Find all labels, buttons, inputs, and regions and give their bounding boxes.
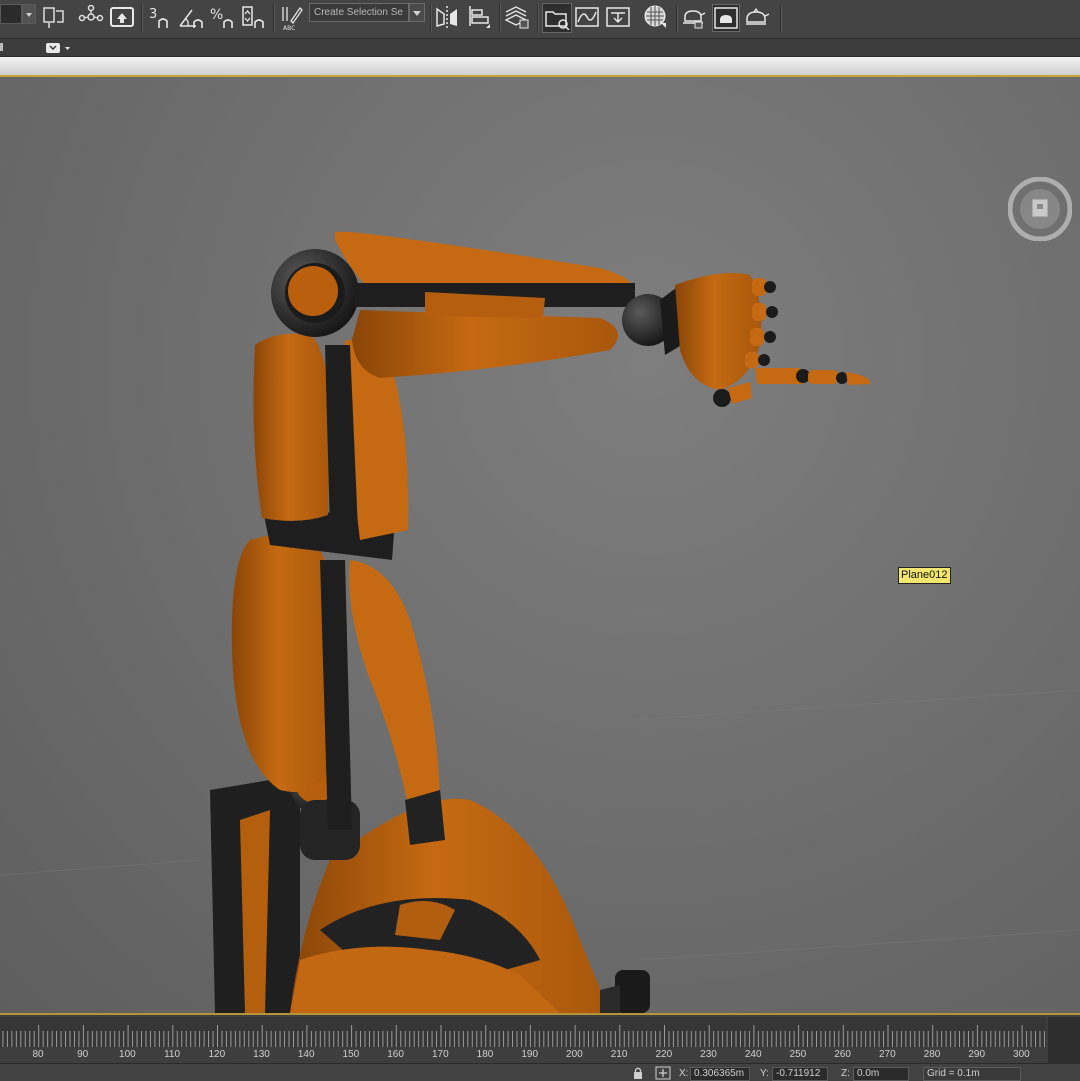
render-icon[interactable] xyxy=(744,4,770,30)
layer-manager-icon[interactable] xyxy=(504,4,530,30)
curve-editor-icon[interactable] xyxy=(574,4,600,30)
render-setup-icon[interactable] xyxy=(681,4,707,30)
main-toolbar: 3 % ABC Create Selection Se xyxy=(0,0,1080,39)
spinner-snap-icon[interactable] xyxy=(240,4,266,30)
y-coordinate-label: Y: xyxy=(760,1068,769,1079)
material-editor-icon[interactable] xyxy=(643,4,669,30)
svg-text:ABC: ABC xyxy=(283,25,295,31)
ribbon-subbar xyxy=(0,39,1080,57)
frame-tick-label: 170 xyxy=(431,1049,449,1060)
mirror-icon[interactable] xyxy=(435,4,461,30)
frame-tick-label: 250 xyxy=(789,1049,807,1060)
scene-explorer-icon[interactable] xyxy=(542,3,572,33)
viewport-header-strip xyxy=(0,57,1080,77)
frame-tick-label: 220 xyxy=(655,1049,673,1060)
object-name-tooltip: Plane012 xyxy=(898,567,951,584)
align-icon[interactable] xyxy=(466,4,492,30)
chevron-down-icon[interactable] xyxy=(22,4,36,24)
rendered-frame-window-icon[interactable] xyxy=(712,4,740,32)
frame-tick-label: 90 xyxy=(77,1049,89,1060)
frame-tick-label: 270 xyxy=(878,1049,896,1060)
z-coordinate-label: Z: xyxy=(841,1068,850,1079)
percent-snap-icon[interactable]: % xyxy=(209,4,235,30)
x-coordinate-field[interactable]: 0.306365m xyxy=(690,1067,750,1081)
display-options-dropdown-icon[interactable] xyxy=(44,42,74,54)
robot-arm-model[interactable] xyxy=(0,77,1080,1013)
frame-tick-label: 230 xyxy=(700,1049,717,1060)
viewcube-widget[interactable] xyxy=(1007,176,1073,242)
frame-tick-label: 160 xyxy=(387,1049,404,1060)
select-object-icon[interactable] xyxy=(109,4,135,30)
frame-tick-label: 300 xyxy=(1013,1049,1030,1060)
frame-tick-label: 200 xyxy=(566,1049,583,1060)
snap-3d-icon[interactable]: 3 xyxy=(147,4,173,30)
frame-tick-label: 210 xyxy=(610,1049,628,1060)
frame-tick-label: 190 xyxy=(521,1049,539,1060)
select-and-link-icon[interactable] xyxy=(40,4,66,30)
perspective-viewport[interactable]: Plane012 xyxy=(0,77,1080,1013)
frame-tick-label: 100 xyxy=(119,1049,136,1060)
status-bar: X: 0.306365m Y: -0.711912 Z: 0.0m Grid =… xyxy=(0,1063,1080,1081)
edit-named-selection-icon[interactable]: ABC xyxy=(279,4,305,31)
absolute-mode-transform-icon[interactable] xyxy=(655,1066,671,1080)
frame-tick-label: 290 xyxy=(968,1049,986,1060)
track-bar[interactable] xyxy=(0,1017,1046,1047)
grid-size-readout: Grid = 0.1m xyxy=(923,1067,1021,1081)
panel-edge-marker xyxy=(0,43,3,51)
frame-tick-label: 80 xyxy=(32,1049,44,1060)
frame-tick-label: 140 xyxy=(297,1049,315,1060)
x-coordinate-label: X: xyxy=(679,1068,689,1079)
time-slider[interactable]: 80 90 100 110 120 130 140 150 160 170 180 190 200 210… xyxy=(0,1013,1080,1065)
frame-tick-label: 120 xyxy=(208,1049,226,1060)
frame-tick-label: 130 xyxy=(253,1049,270,1060)
y-coordinate-field[interactable]: -0.711912 xyxy=(772,1067,828,1081)
lock-icon[interactable] xyxy=(632,1066,644,1080)
frame-tick-label: 240 xyxy=(744,1049,762,1060)
selection-filter-dropdown[interactable] xyxy=(0,4,22,24)
angle-snap-icon[interactable] xyxy=(178,4,204,30)
track-bar-end xyxy=(1048,1017,1080,1064)
bind-to-space-warp-icon[interactable] xyxy=(78,4,104,30)
named-selection-set-field[interactable]: Create Selection Se xyxy=(309,3,409,22)
frame-tick-label: 180 xyxy=(476,1049,494,1060)
z-coordinate-field[interactable]: 0.0m xyxy=(853,1067,909,1081)
chevron-down-icon[interactable] xyxy=(409,3,425,22)
svg-text:3: 3 xyxy=(149,7,157,22)
track-bar-ticks xyxy=(2,1025,1045,1047)
frame-tick-label: 260 xyxy=(834,1049,851,1060)
frame-tick-label: 150 xyxy=(342,1049,360,1060)
schematic-view-icon[interactable] xyxy=(605,4,631,30)
svg-text:%: % xyxy=(210,7,223,23)
frame-tick-label: 110 xyxy=(164,1049,181,1060)
frame-tick-label: 280 xyxy=(923,1049,941,1060)
